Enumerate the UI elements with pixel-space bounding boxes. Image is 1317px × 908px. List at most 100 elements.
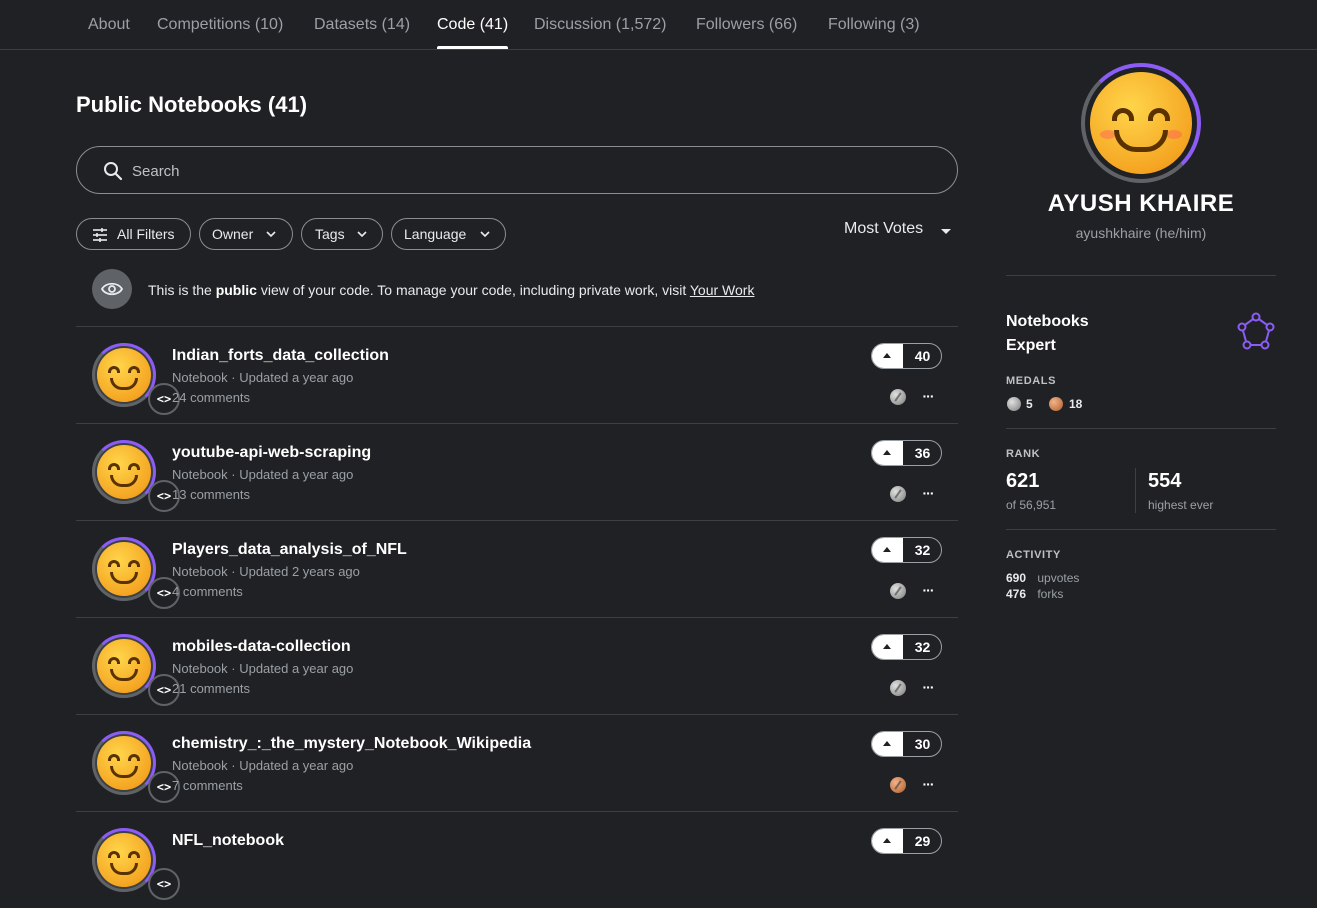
divider	[1006, 275, 1276, 276]
filter-sliders-icon	[93, 228, 107, 242]
all-filters-label: All Filters	[117, 226, 175, 242]
vote-button[interactable]: 36	[871, 440, 942, 466]
tab-about[interactable]: About	[88, 0, 130, 50]
public-view-notice: This is the public view of your code. To…	[148, 282, 754, 298]
upvotes-count: 690	[1006, 571, 1027, 585]
notebook-comments[interactable]: 21 comments	[172, 681, 250, 696]
bronze-medal-icon	[890, 777, 906, 793]
notebook-row[interactable]: <> mobiles-data-collection Notebook · Upda…	[76, 617, 958, 714]
tab-datasets[interactable]: Datasets (14)	[314, 0, 410, 50]
vote-button[interactable]: 30	[871, 731, 942, 757]
vote-count: 40	[914, 348, 931, 364]
tab-discussion[interactable]: Discussion (1,572)	[534, 0, 667, 50]
expert-tier-icon	[1237, 312, 1275, 350]
language-filter-label: Language	[404, 226, 467, 242]
vote-count: 36	[914, 445, 931, 461]
tags-filter-label: Tags	[315, 226, 345, 242]
silver-medal-icon	[890, 583, 906, 599]
owner-avatar[interactable]: <>	[92, 634, 180, 706]
search-input[interactable]	[132, 159, 912, 183]
forks-label: forks	[1037, 587, 1064, 601]
divider	[1006, 428, 1276, 429]
tags-filter[interactable]: Tags	[301, 218, 383, 250]
silver-medal-icon	[890, 680, 906, 696]
tier-title: Notebooks Expert	[1006, 310, 1089, 358]
notebook-row[interactable]: <> Indian_forts_data_collection Notebook ·…	[76, 326, 958, 423]
your-work-link[interactable]: Your Work	[690, 282, 755, 298]
upvote-icon[interactable]	[872, 635, 903, 659]
more-icon[interactable]: ···	[920, 581, 936, 599]
eye-icon	[92, 269, 132, 309]
smiley-face-image	[97, 833, 151, 887]
upvote-icon[interactable]	[872, 538, 903, 562]
upvote-icon[interactable]	[872, 441, 903, 465]
notebook-row[interactable]: <> Players_data_analysis_of_NFL Notebook ·…	[76, 520, 958, 617]
sort-label: Most Votes	[844, 220, 924, 237]
language-filter[interactable]: Language	[391, 218, 506, 250]
tab-competitions[interactable]: Competitions (10)	[157, 0, 283, 50]
search-box[interactable]	[76, 146, 958, 194]
tab-code[interactable]: Code (41)	[437, 0, 509, 50]
tab-following[interactable]: Following (3)	[828, 0, 920, 50]
owner-avatar[interactable]: <>	[92, 343, 180, 415]
notebook-comments[interactable]: 13 comments	[172, 487, 250, 502]
notebook-title[interactable]: Indian_forts_data_collection	[172, 347, 389, 365]
notebook-row[interactable]: <> youtube-api-web-scraping Notebook · Upd…	[76, 423, 958, 520]
more-icon[interactable]: ···	[920, 775, 936, 793]
notebook-comments[interactable]: 24 comments	[172, 390, 250, 405]
tab-followers[interactable]: Followers (66)	[696, 0, 797, 50]
page-title: Public Notebooks (41)	[76, 92, 308, 117]
search-icon	[104, 162, 123, 181]
vote-count: 30	[914, 736, 931, 752]
owner-avatar[interactable]: <>	[92, 537, 180, 609]
vote-button[interactable]: 32	[871, 537, 942, 563]
divider	[1006, 529, 1276, 530]
profile-avatar[interactable]	[1081, 63, 1201, 183]
owner-filter[interactable]: Owner	[199, 218, 293, 250]
vote-count: 32	[914, 639, 931, 655]
all-filters-button[interactable]: All Filters	[76, 218, 191, 250]
notebook-comments[interactable]: 4 comments	[172, 584, 243, 599]
smiley-face-image	[97, 445, 151, 499]
chevron-down-icon	[266, 231, 276, 238]
rank-label: RANK	[1006, 448, 1041, 460]
more-icon[interactable]: ···	[920, 484, 936, 502]
notebook-title[interactable]: mobiles-data-collection	[172, 638, 351, 656]
notebook-row[interactable]: <> chemistry_:_the_mystery_Notebook_Wikip…	[76, 714, 958, 811]
forks-stat: 476 forks	[1006, 587, 1063, 601]
upvote-icon[interactable]	[872, 829, 903, 853]
sort-dropdown[interactable]: Most Votes	[844, 220, 951, 238]
more-icon[interactable]: ···	[920, 387, 936, 405]
owner-avatar[interactable]: <>	[92, 440, 180, 512]
vote-button[interactable]: 29	[871, 828, 942, 854]
owner-avatar[interactable]: <>	[92, 731, 180, 803]
upvotes-label: upvotes	[1037, 571, 1080, 585]
tier-line2: Expert	[1006, 337, 1056, 354]
profile-handle: ayushkhaire (he/him)	[1075, 225, 1207, 241]
smiley-face-image	[1090, 72, 1192, 174]
vote-count: 29	[914, 833, 931, 849]
notebook-row[interactable]: <> NFL_notebook 29	[76, 811, 958, 908]
notebook-meta: Notebook · Updated 2 years ago	[172, 564, 360, 579]
forks-count: 476	[1006, 587, 1027, 601]
notebook-title[interactable]: youtube-api-web-scraping	[172, 444, 371, 462]
profile-name: AYUSH KHAIRE	[1047, 190, 1235, 217]
upvote-icon[interactable]	[872, 732, 903, 756]
code-icon: <>	[148, 868, 180, 900]
vote-button[interactable]: 40	[871, 343, 942, 369]
vote-button[interactable]: 32	[871, 634, 942, 660]
notebook-title[interactable]: NFL_notebook	[172, 832, 284, 850]
notebook-title[interactable]: chemistry_:_the_mystery_Notebook_Wikiped…	[172, 735, 531, 753]
owner-avatar[interactable]: <>	[92, 828, 180, 900]
notice-bold: public	[215, 282, 257, 298]
notebook-title[interactable]: Players_data_analysis_of_NFL	[172, 541, 407, 559]
smiley-face-image	[97, 736, 151, 790]
current-rank: 621	[1006, 470, 1040, 492]
upvote-icon[interactable]	[872, 344, 903, 368]
bronze-medal-icon	[1049, 397, 1063, 411]
more-icon[interactable]: ···	[920, 678, 936, 696]
notebook-comments[interactable]: 7 comments	[172, 778, 243, 793]
rank-of-total: of 56,951	[1006, 498, 1057, 512]
highest-rank-label: highest ever	[1148, 498, 1214, 512]
caret-down-icon	[941, 229, 951, 234]
